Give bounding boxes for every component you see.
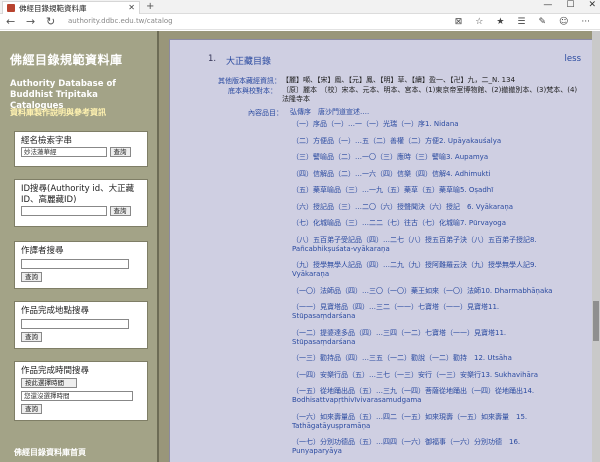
time-search-label: 作品完成時間搜尋 — [21, 366, 90, 376]
info-link[interactable]: 資料庫製作說明與參考資訊 — [10, 107, 106, 118]
other-versions-label: 其他版本藏經資訊： — [218, 77, 281, 85]
list-item[interactable]: （一三）勸持品（四）…三五（一二）勸說（一二）勸持 12. Utsāha — [292, 354, 587, 363]
place-search-button[interactable]: 查詢 — [21, 332, 42, 342]
id-search-button[interactable]: 查詢 — [109, 206, 131, 216]
list-item[interactable]: （一五）從地踊出品（五）…三九（一四）菩薩從地踊出（一四）從地踊出14. Bodh… — [292, 387, 587, 405]
content-label: 內容品目： — [248, 109, 283, 117]
maximize-icon[interactable]: ☐ — [566, 0, 574, 10]
title-search-input[interactable]: 妙法蓮華經 — [21, 147, 107, 157]
base-text-label: 底本與校對本： — [228, 87, 277, 95]
list-item[interactable]: （一六）如來壽量品（五）…四二（一五）如來現壽（一五）如來壽量 15. Tathā… — [292, 413, 587, 431]
other-versions-value: 【麗】噸、【宋】鳳、【元】鳳、【明】草、【續】盈一、【卍】九，二_N. 134 — [282, 76, 516, 84]
tab-close-icon[interactable]: ✕ — [128, 3, 135, 12]
home-link[interactable]: 佛經目錄資料庫首頁 — [14, 447, 86, 458]
time-end-field[interactable]: 您還沒選擇時間 — [21, 391, 133, 401]
forward-icon[interactable]: → — [26, 15, 35, 28]
main-content: 1. 大正藏目錄 less 其他版本藏經資訊： 【麗】噸、【宋】鳳、【元】鳳、【… — [161, 31, 600, 462]
favorites-hub-icon[interactable]: ★ — [496, 15, 504, 29]
list-item[interactable]: （二）方便品（一）…五（二）善權（二）方便2. Upāyakauśalya — [292, 137, 587, 146]
site-title: 佛經目錄規範資料庫 — [10, 53, 123, 67]
minimize-icon[interactable]: — — [543, 0, 552, 10]
author-search-label: 作譯者搜尋 — [21, 246, 64, 256]
browser-tab[interactable]: 佛經目錄規範資料庫 ✕ — [2, 1, 140, 14]
id-search-box: ID搜尋(Authority id、大正藏ID、高麗藏ID) 查詢 — [14, 179, 148, 227]
result-title[interactable]: 大正藏目錄 — [226, 54, 271, 67]
list-item[interactable]: （五）藥草喻品（三）…一九（五）藥草（五）藥草喻5. Oṣadhī — [292, 186, 587, 195]
place-search-box: 作品完成地點搜尋 查詢 — [14, 301, 148, 349]
id-search-label: ID搜尋(Authority id、大正藏ID、高麗藏ID) — [21, 184, 135, 205]
favicon-icon — [7, 4, 15, 12]
close-window-icon[interactable]: ✕ — [588, 0, 596, 10]
list-item[interactable]: （三）譬喻品（二）…一〇（三）應時（三）譬喻3. Aupamya — [292, 153, 587, 162]
list-item[interactable]: （一四）安樂行品（五）…三七（一三）安行（一三）安樂行13. Sukhavihā… — [292, 371, 587, 380]
window-controls: — ☐ ✕ — [543, 0, 596, 10]
sidebar: 佛經目錄規範資料庫 Authority Database of Buddhist… — [0, 31, 159, 462]
list-item[interactable]: （一一）見寶塔品（四）…三二（一一）七寶塔（一一）見寶塔11. Stūpasaṃd… — [292, 303, 587, 321]
list-item[interactable]: （一二）提婆達多品（四）…三四（一二）七寶塔（一一）見寶塔11. Stūpasaṃ… — [292, 329, 587, 347]
result-number: 1. — [208, 54, 217, 64]
time-search-box: 作品完成時間搜尋 按此選擇時間 您還沒選擇時間 查詢 — [14, 361, 148, 421]
profile-icon[interactable]: ☺ — [559, 15, 568, 29]
title-search-label: 經名檢索字串 — [21, 136, 73, 146]
result-panel: 1. 大正藏目錄 less 其他版本藏經資訊： 【麗】噸、【宋】鳳、【元】鳳、【… — [169, 39, 594, 462]
tab-title: 佛經目錄規範資料庫 — [19, 3, 87, 13]
note-icon[interactable]: ✎ — [538, 15, 546, 29]
favorite-icon[interactable]: ☆ — [475, 15, 483, 29]
author-search-button[interactable]: 查詢 — [21, 272, 42, 282]
list-item[interactable]: （四）信解品（二）…一六（四）信樂（四）信解4. Adhimukti — [292, 170, 587, 179]
scrollbar-thumb[interactable] — [593, 301, 599, 341]
reading-view-icon[interactable]: ⊠ — [455, 15, 463, 29]
author-search-input[interactable] — [21, 259, 129, 269]
list-item[interactable]: （九）授學無學人記品（四）…二九（九）授阿難羅云決（九）授學無學人記9. Vyāk… — [292, 261, 587, 279]
list-item[interactable]: （一七）分別功德品（五）…四四（一六）御福事（一六）分別功德 16. Punyap… — [292, 438, 587, 456]
list-item[interactable]: （一〇）法師品（四）…三〇（一〇）藥王如來（一〇）法師10. Dharmabhā… — [292, 287, 587, 296]
list-item[interactable]: （八）五百弟子受記品（四）…二七（八）授五百弟子決（八）五百弟子授記8. Pañc… — [292, 236, 587, 254]
time-start-button[interactable]: 按此選擇時間 — [21, 378, 77, 388]
chapter-list: （一）序品（一）…一（一）光瑞（一）序1. Nidana （二）方便品（一）…五… — [292, 120, 587, 462]
more-icon[interactable]: ··· — [581, 15, 590, 29]
list-item[interactable]: （一）序品（一）…一（一）光瑞（一）序1. Nidana — [292, 120, 587, 129]
time-search-button[interactable]: 查詢 — [21, 404, 42, 414]
hub-icon[interactable]: ☰ — [517, 15, 525, 29]
new-tab-icon[interactable]: + — [146, 1, 154, 12]
title-search-button[interactable]: 查詢 — [109, 147, 131, 157]
list-item[interactable]: （七）化城喻品（三）…二二（七）往古（七）化城喻7. Pūrvayoga — [292, 219, 587, 228]
list-item[interactable]: （六）授記品（三）…二〇（六）授聲聞決（六）授記 6. Vyākaraṇa — [292, 203, 587, 212]
content-head: 弘傳序 唐沙門道宣述…. — [290, 108, 370, 116]
nav-bar: ← → ↻ authority.ddbc.edu.tw/catalog ⊠ ☆ … — [0, 14, 600, 30]
refresh-icon[interactable]: ↻ — [46, 15, 55, 28]
base-text-value: 〔原〕麗本 〔校〕宋本、元本、明本、宮本、(1)東京帝室博物館、(2)撤撤別本、… — [282, 86, 578, 103]
author-search-box: 作譯者搜尋 查詢 — [14, 241, 148, 289]
page: 佛經目錄規範資料庫 Authority Database of Buddhist… — [0, 31, 600, 462]
place-search-label: 作品完成地點搜尋 — [21, 306, 90, 316]
place-search-input[interactable] — [21, 319, 129, 329]
less-link[interactable]: less — [565, 54, 581, 64]
address-bar[interactable]: authority.ddbc.edu.tw/catalog — [68, 17, 173, 25]
back-icon[interactable]: ← — [6, 15, 15, 28]
title-search-box: 經名檢索字串 妙法蓮華經 查詢 — [14, 131, 148, 167]
id-search-input[interactable] — [21, 206, 107, 216]
title-bar: 佛經目錄規範資料庫 ✕ + — ☐ ✕ — [0, 0, 600, 14]
toolbar: ⊠ ☆ ★ ☰ ✎ ☺ ··· — [455, 15, 590, 29]
scrollbar[interactable] — [592, 31, 600, 462]
